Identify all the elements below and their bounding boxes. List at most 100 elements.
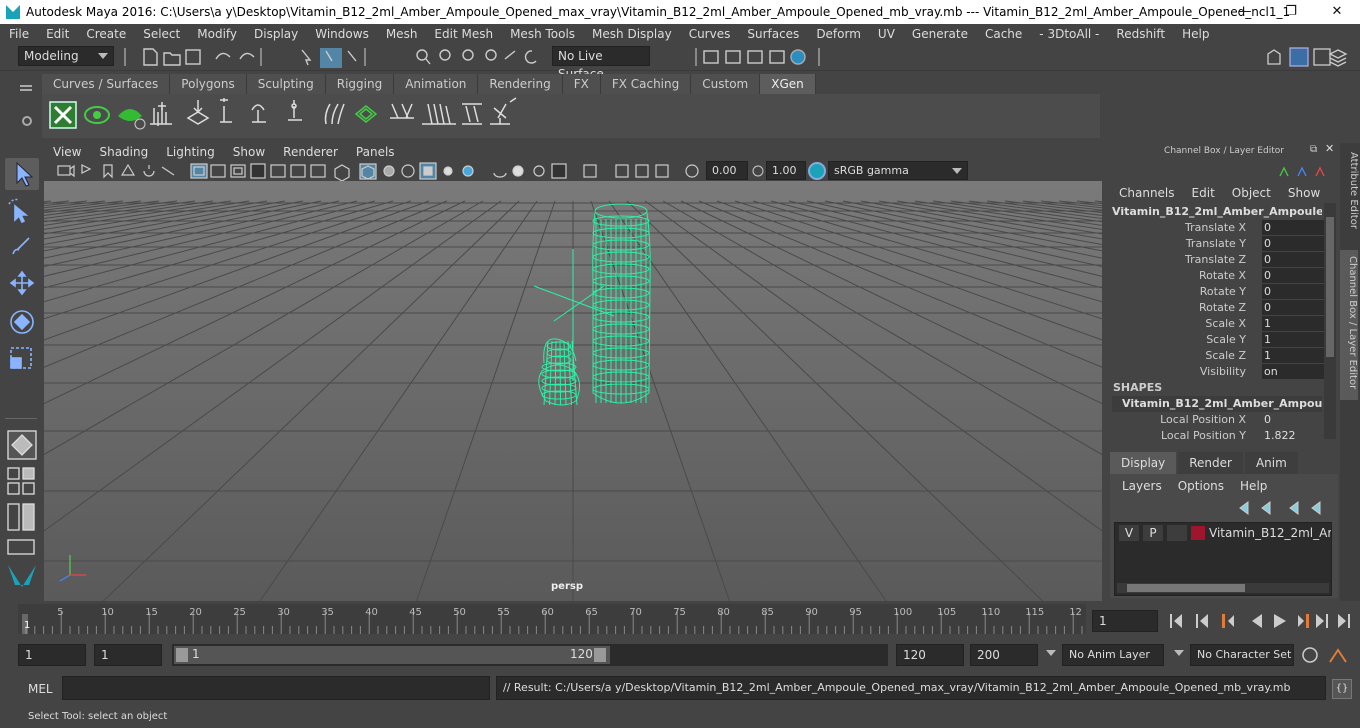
channel-row[interactable]: Scale Z 1 (1108, 348, 1328, 364)
command-input[interactable] (62, 676, 490, 700)
layer-hscrollbar[interactable] (1117, 583, 1329, 593)
layer-tab-anim[interactable]: Anim (1244, 452, 1298, 474)
shelf-menu-icon[interactable] (20, 85, 32, 87)
layer-visibility-toggle[interactable]: V (1119, 525, 1139, 541)
shape-channel-value[interactable]: 0 (1262, 412, 1324, 427)
menu-windows[interactable]: Windows (306, 27, 377, 41)
live-surface-field[interactable]: No Live Surface (552, 46, 650, 81)
layer-playback-toggle[interactable]: P (1143, 525, 1163, 541)
playback-controls[interactable] (1166, 610, 1360, 632)
channel-menu-edit[interactable]: Edit (1181, 186, 1221, 200)
channel-value[interactable]: 1 (1262, 316, 1324, 331)
layer-color-swatch[interactable] (1191, 526, 1205, 540)
channel-row[interactable]: Rotate X 0 (1108, 268, 1328, 284)
menu-mesh-tools[interactable]: Mesh Tools (501, 27, 583, 41)
menu-select[interactable]: Select (134, 27, 188, 41)
menu-generate[interactable]: Generate (903, 27, 976, 41)
channel-value[interactable]: 0 (1262, 284, 1324, 299)
close-panel-icon[interactable]: ✕ (1325, 142, 1334, 155)
shelf-tab-rendering[interactable]: Rendering (478, 74, 563, 94)
menu-mesh-display[interactable]: Mesh Display (583, 27, 680, 41)
float-panel-icon[interactable]: ⧉ (1310, 144, 1317, 155)
menu-create[interactable]: Create (77, 27, 134, 41)
range-start-handle[interactable] (176, 648, 188, 662)
channel-box-tab[interactable]: Channel Box / Layer Editor (1340, 250, 1358, 400)
layer-action-icons[interactable] (1236, 498, 1332, 516)
layer-tab-display[interactable]: Display (1110, 452, 1177, 474)
menu-cache[interactable]: Cache (976, 27, 1030, 41)
channel-value[interactable]: on (1262, 364, 1324, 379)
menu-3dtoall[interactable]: - 3DtoAll - (1030, 27, 1107, 41)
shape-channel-value[interactable]: 1.822 (1262, 428, 1324, 443)
channel-row[interactable]: Visibility on (1108, 364, 1328, 380)
channel-row[interactable]: Scale Y 1 (1108, 332, 1328, 348)
layer-name[interactable]: Vitamin_B12_2ml_Amber_ (1209, 525, 1331, 541)
shelf-tab-custom[interactable]: Custom (691, 74, 761, 94)
playback-end-field[interactable]: 120 (896, 644, 964, 666)
channel-menu-show[interactable]: Show (1277, 186, 1326, 200)
channel-value[interactable]: 0 (1262, 268, 1324, 283)
channel-row[interactable]: Rotate Z 0 (1108, 300, 1328, 316)
shelf-tab-animation[interactable]: Animation (394, 74, 479, 94)
channel-value[interactable]: 0 (1262, 220, 1324, 235)
layer-type-toggle[interactable] (1167, 525, 1187, 541)
channel-value[interactable]: 0 (1262, 300, 1324, 315)
channel-value[interactable]: 1 (1262, 348, 1324, 363)
menu-uv[interactable]: UV (869, 27, 903, 41)
menu-surfaces[interactable]: Surfaces (738, 27, 807, 41)
menu-display[interactable]: Display (245, 27, 306, 41)
menu-edit[interactable]: Edit (37, 27, 77, 41)
select-tool-button[interactable] (5, 158, 39, 190)
shelf-tab-rigging[interactable]: Rigging (325, 74, 395, 94)
viewport-menu-shading[interactable]: Shading (90, 145, 157, 159)
xgen-shelf-tools[interactable] (42, 94, 542, 138)
layer-row[interactable]: V P Vitamin_B12_2ml_Amber_ (1119, 525, 1331, 543)
menu-mesh[interactable]: Mesh (377, 27, 426, 41)
close-button[interactable]: ✕ (1314, 0, 1360, 24)
menu-curves[interactable]: Curves (680, 27, 739, 41)
toolbox-tools[interactable] (5, 196, 39, 376)
layer-menu-options[interactable]: Options (1170, 478, 1232, 494)
minimize-button[interactable]: — (1222, 0, 1268, 24)
channel-row[interactable]: Translate X 0 (1108, 220, 1328, 236)
menu-help[interactable]: Help (1173, 27, 1217, 41)
viewport-toolbar-icons[interactable] (44, 161, 704, 182)
viewport-menu-view[interactable]: View (44, 145, 90, 159)
shelf-tab-polygons[interactable]: Polygons (170, 74, 247, 94)
char-set-dropdown-icon[interactable] (1174, 650, 1184, 656)
gamma-field[interactable]: 1.00 (766, 161, 806, 180)
colorspace-select[interactable]: sRGB gamma (828, 161, 968, 180)
time-slider[interactable]: 5 10 15 20 25 30 35 40 45 50 55 60 65 70 75 80 85 90 95 100… (18, 604, 1086, 634)
scene-end-field[interactable]: 200 (970, 644, 1038, 666)
color-management-toggle[interactable] (808, 162, 826, 180)
menu-edit-mesh[interactable]: Edit Mesh (425, 27, 501, 41)
menu-redshift[interactable]: Redshift (1107, 27, 1173, 41)
scene-start-field[interactable]: 1 (18, 644, 86, 666)
channel-row[interactable]: Scale X 1 (1108, 316, 1328, 332)
layer-menu-layers[interactable]: Layers (1114, 478, 1170, 494)
current-frame-field[interactable]: 1 (1092, 610, 1158, 632)
shelf-tab-fx[interactable]: FX (562, 74, 601, 94)
channel-menu-object[interactable]: Object (1221, 186, 1277, 200)
layout-buttons[interactable] (5, 430, 39, 600)
channel-box-scrollbar[interactable] (1324, 203, 1336, 439)
channel-box-toolbar-icons[interactable] (1276, 162, 1336, 182)
shelf-tab-xgen[interactable]: XGen (760, 74, 816, 94)
viewport-menu-show[interactable]: Show (224, 145, 274, 159)
perspective-viewport[interactable]: persp (44, 181, 1102, 601)
attribute-editor-tab[interactable]: Attribute Editor (1341, 152, 1359, 242)
viewport-menu-panels[interactable]: Panels (347, 145, 404, 159)
script-editor-icon[interactable]: {} (1332, 679, 1352, 699)
menu-deform[interactable]: Deform (807, 27, 869, 41)
menu-file[interactable]: File (0, 27, 37, 41)
channel-value[interactable]: 1 (1262, 332, 1324, 347)
status-line-tools[interactable] (120, 45, 1360, 69)
workspace-icons[interactable] (1262, 46, 1358, 68)
shelf-settings-icon[interactable] (22, 116, 32, 126)
character-set-field[interactable]: No Character Set (1190, 644, 1294, 666)
range-end-handle[interactable] (594, 648, 606, 662)
shape-channel-row[interactable]: Local Position Y 1.822 (1108, 428, 1328, 444)
shelf-tab-fx-caching[interactable]: FX Caching (600, 74, 692, 94)
exposure-field[interactable]: 0.00 (706, 161, 748, 180)
maximize-button[interactable]: ❐ (1268, 0, 1314, 24)
